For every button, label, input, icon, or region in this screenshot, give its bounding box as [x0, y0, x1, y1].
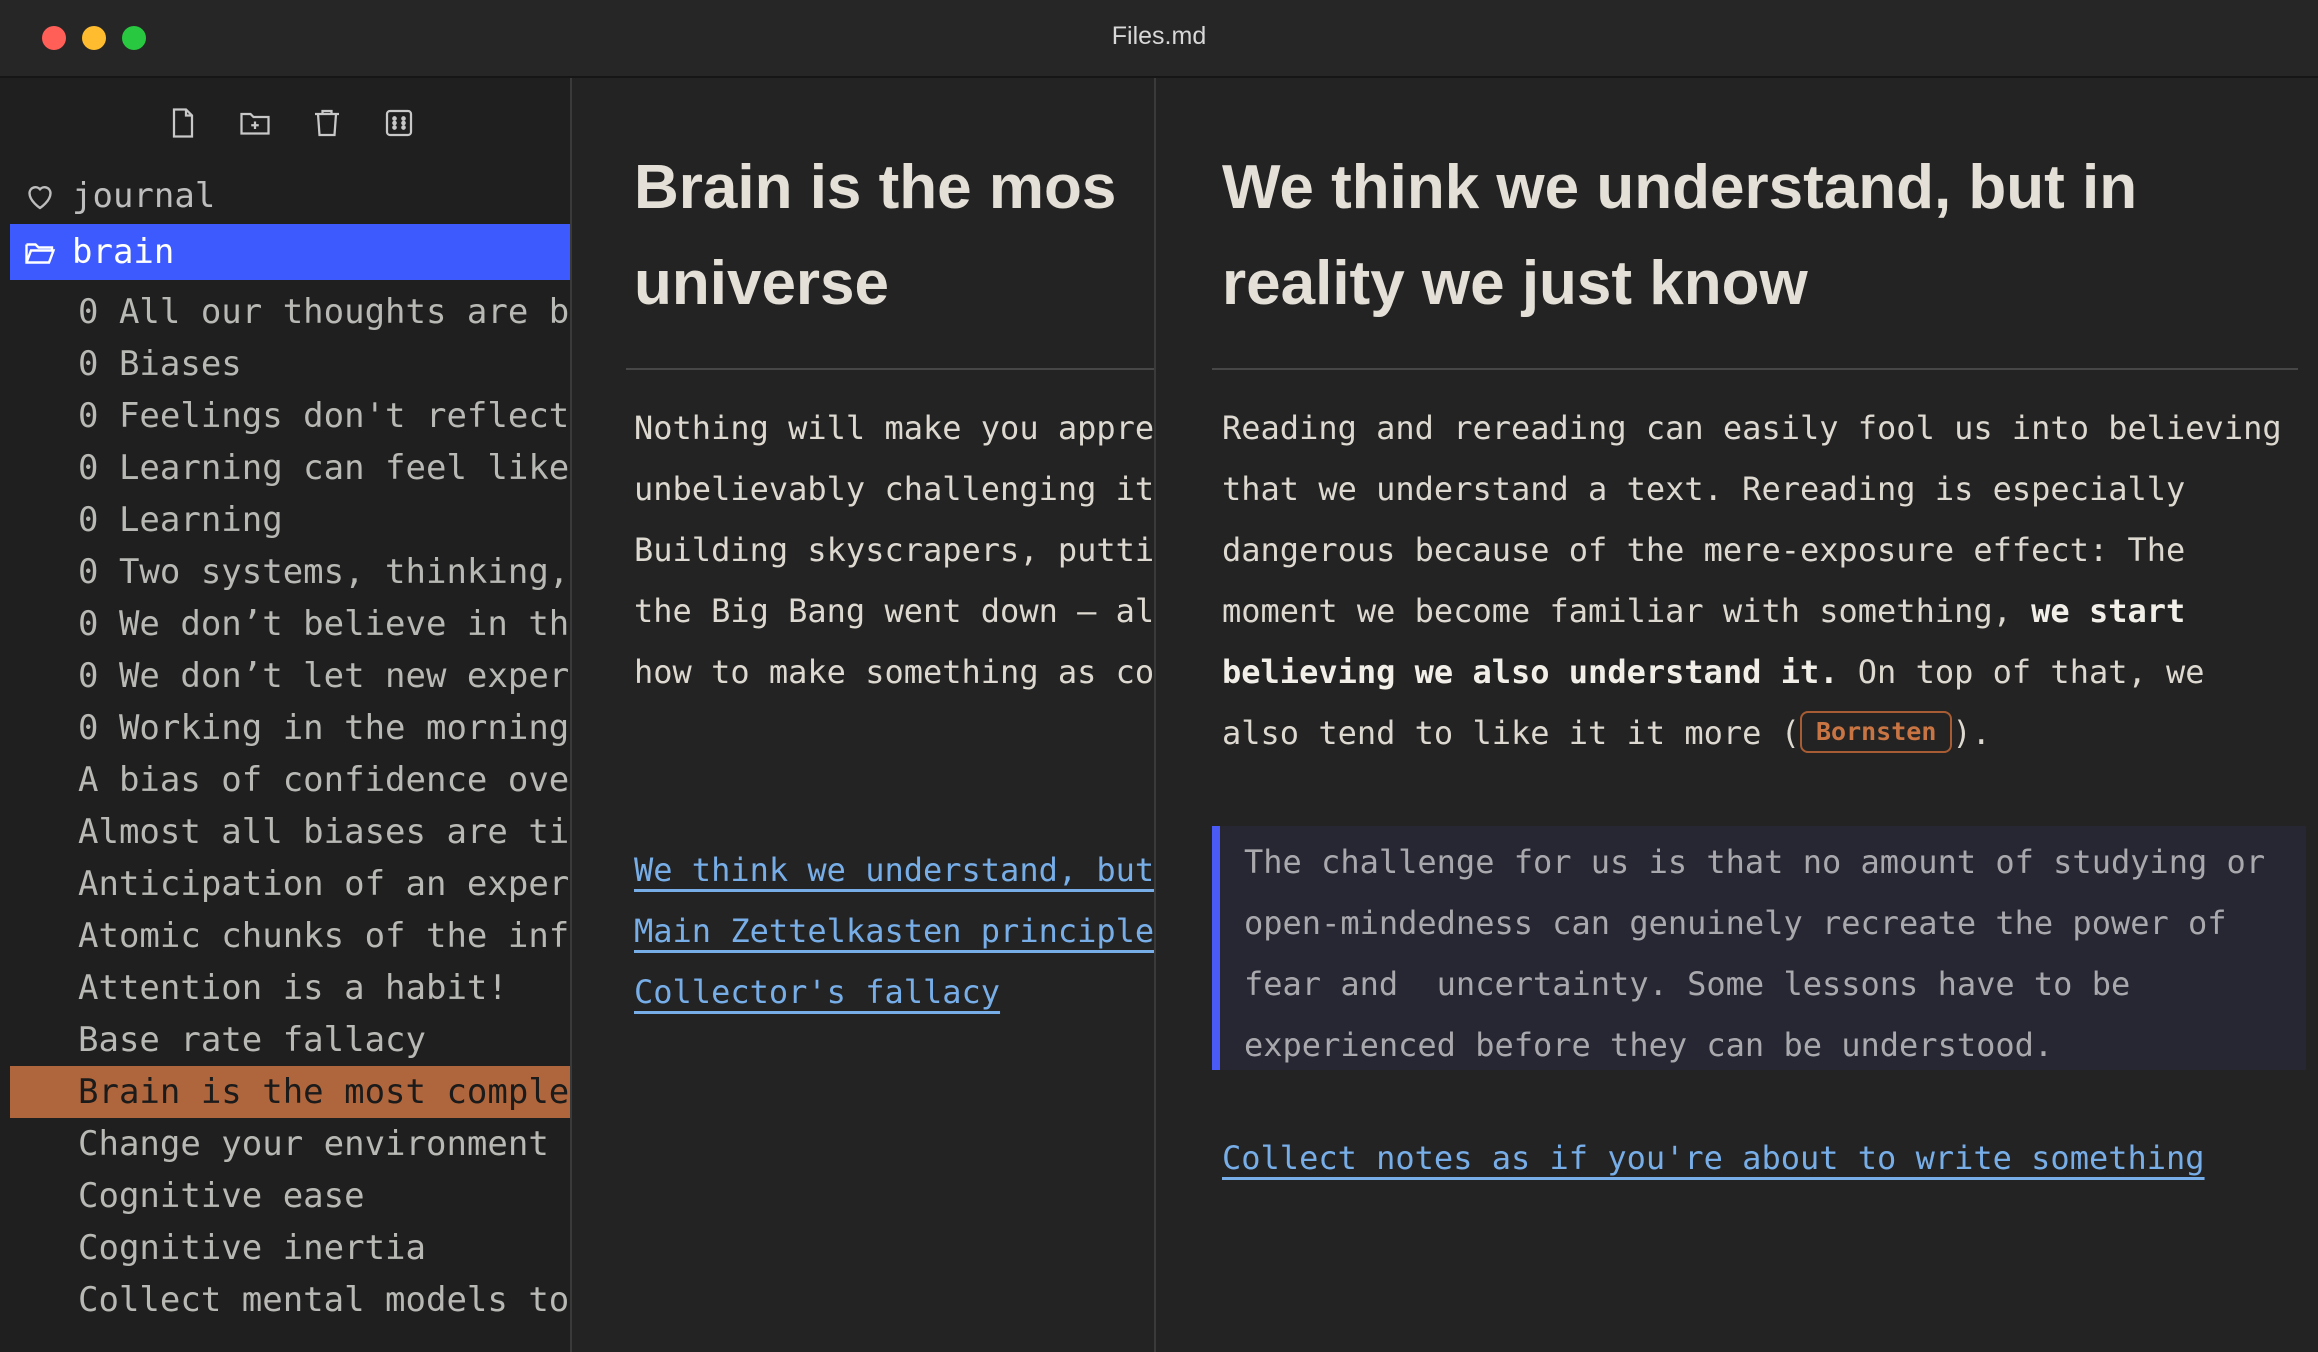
note-title: Brain is the mos universe — [634, 140, 1154, 332]
heart-icon — [22, 178, 58, 214]
body-line: Building skyscrapers, putti — [634, 531, 1155, 569]
heading-divider — [626, 368, 1154, 370]
file-item[interactable]: Base rate fallacy — [10, 1014, 570, 1066]
new-file-button[interactable] — [160, 100, 206, 146]
quote-line: experienced before they can be understoo… — [1244, 1026, 2054, 1064]
file-item[interactable]: 0 We don’t believe in the — [10, 598, 570, 650]
body-line: the Big Bang went down — al — [634, 592, 1155, 630]
file-item[interactable]: 0 Learning can feel like — [10, 442, 570, 494]
app-window: Files.md journal brain 0 All our thought… — [0, 0, 2318, 1352]
file-item[interactable]: 0 Two systems, thinking, — [10, 546, 570, 598]
folder-open-icon — [22, 234, 58, 270]
note-link[interactable]: We think we understand, but — [634, 840, 1154, 901]
note-link[interactable]: Collect notes as if you're about to writ… — [1222, 1128, 2205, 1189]
body-text-bold: believing we also understand it. — [1222, 653, 1839, 691]
quote-line: The challenge for us is that no amount o… — [1244, 843, 2266, 881]
note-title-line: We think we understand, but in — [1222, 153, 2138, 222]
blockquote: The challenge for us is that no amount o… — [1212, 826, 2306, 1070]
body-line: Nothing will make you appre — [634, 409, 1155, 447]
new-file-icon — [172, 108, 194, 138]
quote-line: open-mindedness can genuinely recreate t… — [1244, 904, 2227, 942]
body-line: how to make something as co — [634, 653, 1155, 691]
note-body: Reading and rereading can easily fool us… — [1222, 398, 2282, 764]
body-text-bold: we start — [2031, 592, 2186, 630]
file-item[interactable]: Attention is a habit! — [10, 962, 570, 1014]
note-title: We think we understand, but in reality w… — [1222, 140, 2298, 332]
note-title-line: universe — [634, 249, 890, 318]
note-title-line: reality we just know — [1222, 249, 1808, 318]
new-folder-button[interactable] — [232, 100, 278, 146]
file-item[interactable]: 0 Biases — [10, 338, 570, 390]
new-folder-icon — [240, 112, 270, 135]
file-item[interactable]: Collect mental models to — [10, 1274, 570, 1326]
note-pane-left[interactable]: Brain is the mos universe Nothing will m… — [572, 78, 1156, 1352]
file-item[interactable]: 0 Feelings don't reflect — [10, 390, 570, 442]
body-line: that we understand a text. Rereading is … — [1222, 470, 2186, 508]
body-text-plain: moment we become familiar with something… — [1222, 592, 2032, 630]
body-line: unbelievably challenging it — [634, 470, 1155, 508]
file-item[interactable]: Atomic chunks of the info — [10, 910, 570, 962]
file-list: 0 All our thoughts are b 0 Biases 0 Feel… — [10, 286, 570, 1326]
file-item[interactable]: A bias of confidence ove — [10, 754, 570, 806]
folder-label: brain — [72, 232, 175, 272]
file-item[interactable]: 0 We don’t let new exper — [10, 650, 570, 702]
note-link[interactable]: Main Zettelkasten principle — [634, 901, 1154, 962]
grid-icon — [385, 109, 413, 137]
body-text-plain: also tend to like it it more ( — [1222, 714, 1800, 752]
note-links: We think we understand, but Main Zettelk… — [634, 840, 1154, 1023]
file-item[interactable]: Anticipation of an exper — [10, 858, 570, 910]
folder-journal[interactable]: journal — [10, 168, 570, 224]
file-item[interactable]: Cognitive inertia — [10, 1222, 570, 1274]
note-title-line: Brain is the mos — [634, 153, 1117, 222]
folder-label: journal — [72, 176, 216, 216]
quote-line: fear and uncertainty. Some lessons have … — [1244, 965, 2131, 1003]
trash-icon — [315, 109, 339, 137]
folder-brain[interactable]: brain — [10, 224, 570, 280]
body-text-plain: ). — [1952, 714, 1991, 752]
file-item[interactable]: 0 All our thoughts are b — [10, 286, 570, 338]
grid-view-button[interactable] — [376, 100, 422, 146]
file-item-active[interactable]: Brain is the most comple — [10, 1066, 570, 1118]
heading-divider — [1212, 368, 2298, 370]
file-item[interactable]: Cognitive ease — [10, 1170, 570, 1222]
title-bar: Files.md — [0, 0, 2318, 78]
file-item[interactable]: 0 Learning — [10, 494, 570, 546]
sidebar: journal brain 0 All our thoughts are b 0… — [0, 78, 572, 1352]
citation-tag[interactable]: Bornsten — [1799, 711, 1953, 753]
quote-text: The challenge for us is that no amount o… — [1244, 832, 2265, 1076]
body-line: Reading and rereading can easily fool us… — [1222, 409, 2282, 447]
file-item[interactable]: Almost all biases are ti — [10, 806, 570, 858]
body-line: dangerous because of the mere-exposure e… — [1222, 531, 2186, 569]
note-body: Nothing will make you appre unbelievably… — [634, 398, 1154, 703]
body-text-plain: On top of that, we — [1838, 653, 2205, 691]
file-item[interactable]: 0 Working in the morning — [10, 702, 570, 754]
delete-button[interactable] — [304, 100, 350, 146]
file-item[interactable]: Change your environment — [10, 1118, 570, 1170]
window-title: Files.md — [1111, 22, 1207, 50]
note-link[interactable]: Collector's fallacy — [634, 962, 1154, 1023]
